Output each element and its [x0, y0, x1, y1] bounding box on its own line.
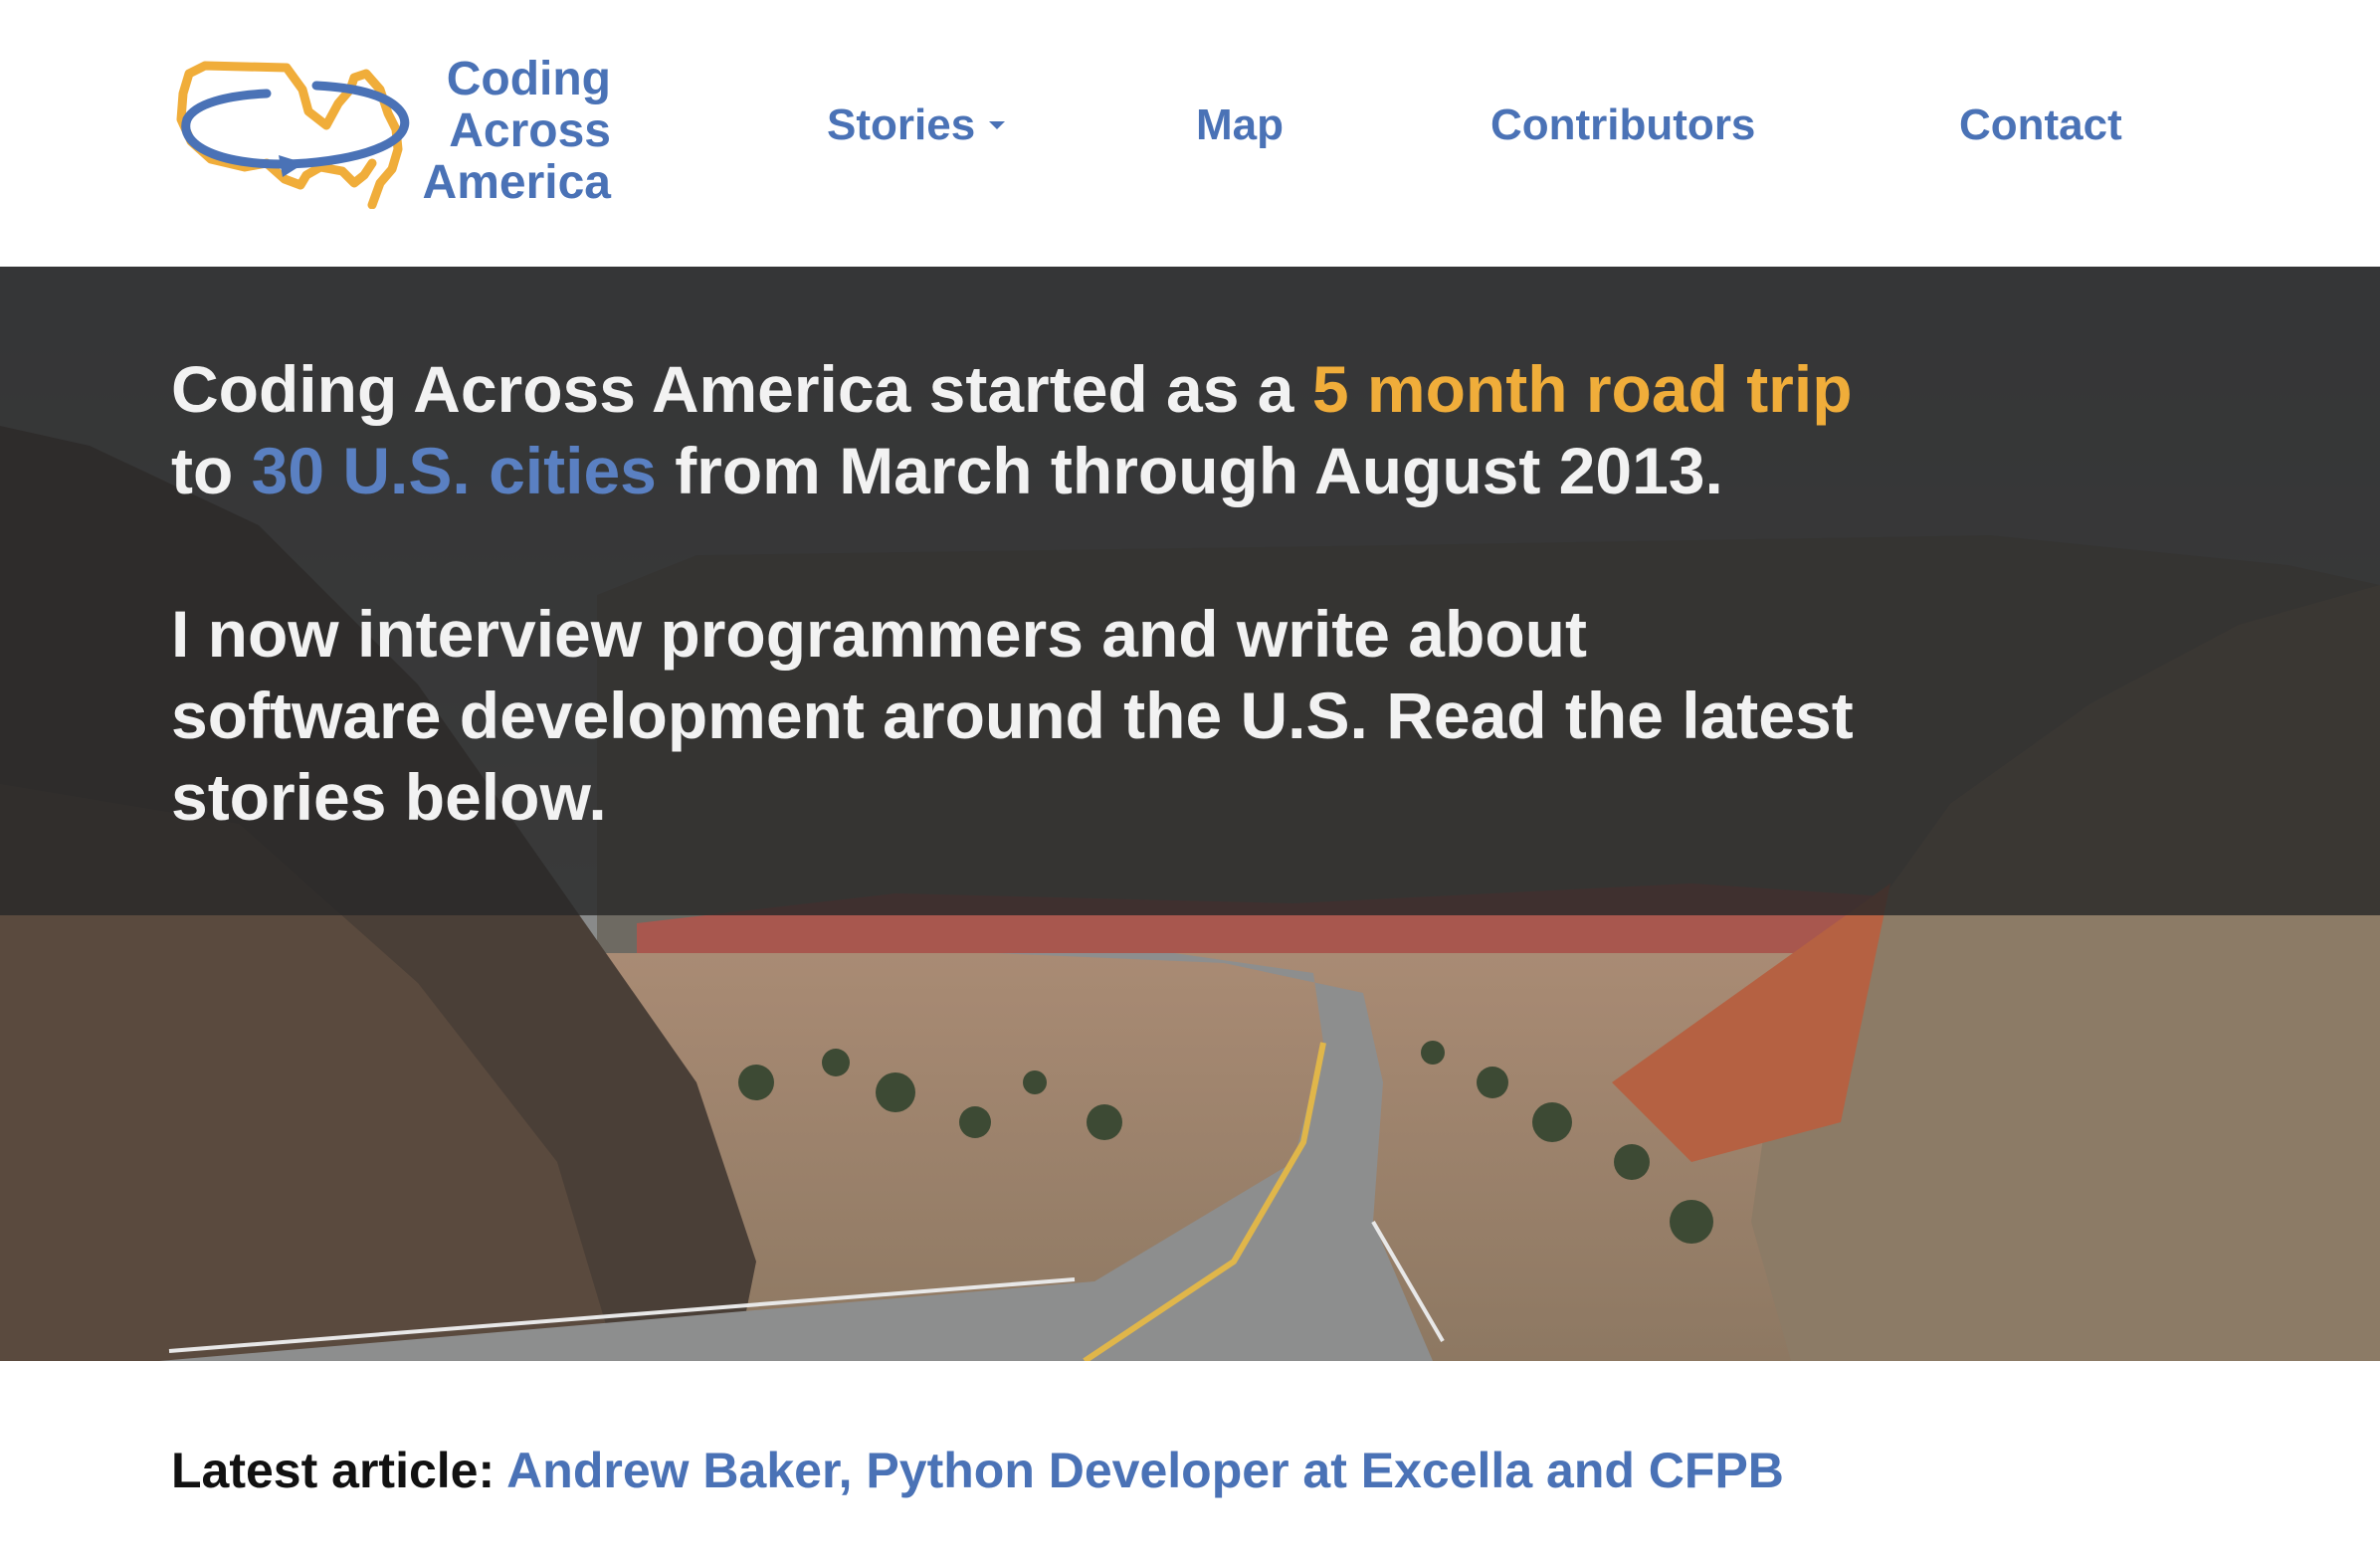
- site-header: Coding Across America Stories Map Contri…: [0, 0, 2380, 267]
- cities-link[interactable]: 30 U.S. cities: [252, 434, 657, 507]
- nav-contact-link[interactable]: Contact: [1959, 96, 2122, 155]
- caret-down-icon: [989, 121, 1006, 130]
- hero-p1-text-b: to: [171, 434, 252, 507]
- latest-article-link[interactable]: Andrew Baker, Python Developer at Excell…: [506, 1443, 1784, 1498]
- latest-article: Latest article: Andrew Baker, Python Dev…: [171, 1441, 1784, 1500]
- nav-stories-label: Stories: [827, 100, 976, 149]
- hero-p2-line-2: software development around the U.S. Rea…: [171, 679, 1854, 752]
- road-trip-highlight: 5 month road trip: [1311, 352, 1853, 426]
- hero-banner: Coding Across America started as a 5 mon…: [0, 267, 2380, 1361]
- hero-p1-text-a: Coding Across America started as a: [171, 352, 1312, 426]
- hero-p1-text-c: from March through August 2013.: [656, 434, 1723, 507]
- nav-contributors-link[interactable]: Contributors: [1490, 96, 1755, 155]
- hero-paragraph-1: Coding Across America started as a 5 mon…: [171, 348, 1962, 511]
- hero-p2-line-1: I now interview programmers and write ab…: [171, 597, 1587, 671]
- nav-map-link[interactable]: Map: [1196, 96, 1284, 155]
- latest-article-label: Latest article:: [171, 1443, 496, 1498]
- hero-intro-text: Coding Across America started as a 5 mon…: [171, 348, 1962, 838]
- main-nav: Stories Map Contributors Contact: [0, 96, 2380, 155]
- logo-line-3: America: [422, 156, 611, 209]
- hero-p2-line-3: stories below.: [171, 760, 607, 834]
- nav-stories-dropdown[interactable]: Stories: [827, 96, 1006, 155]
- hero-paragraph-2: I now interview programmers and write ab…: [171, 593, 1962, 838]
